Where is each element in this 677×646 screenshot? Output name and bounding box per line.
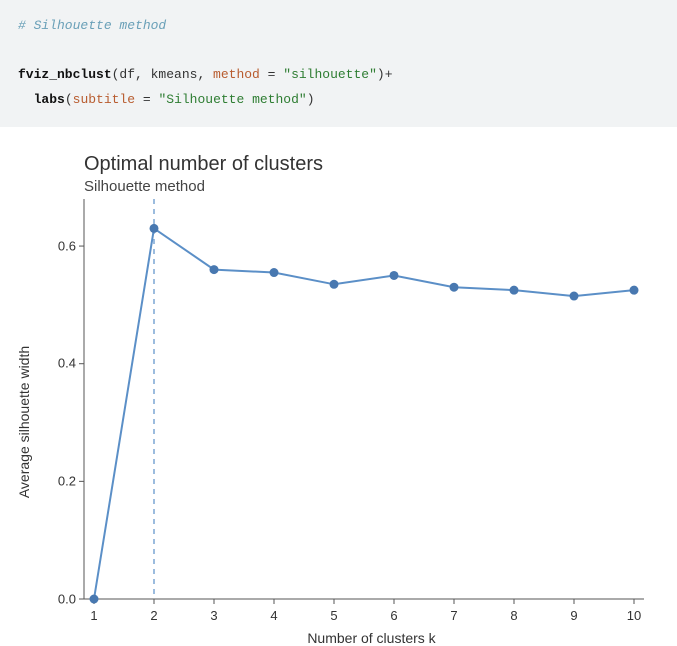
chart-subtitle: Silhouette method	[84, 178, 659, 195]
y-tick-label: 0.2	[58, 474, 76, 489]
plot-wrap: 0.00.20.40.6 12345678910 Number of clust…	[84, 199, 659, 646]
code-block: # Silhouette method fviz_nbclust(df, kme…	[0, 0, 677, 127]
x-tick-label: 3	[210, 608, 217, 623]
code-fn2: labs	[34, 92, 65, 107]
chart-title: Optimal number of clusters	[84, 153, 659, 176]
chart-panel: Average silhouette width 0.00.20.40.6 12…	[36, 199, 659, 646]
x-tick-label: 10	[627, 608, 641, 623]
y-tick-label: 0.4	[58, 356, 76, 371]
x-axis-label: Number of clusters k	[84, 630, 659, 646]
x-tick-label: 6	[390, 608, 397, 623]
x-tick-label: 5	[330, 608, 337, 623]
x-tick-label: 2	[150, 608, 157, 623]
x-tick-label: 4	[270, 608, 277, 623]
line-chart-svg	[84, 199, 644, 599]
x-ticks: 1 2 3 4 5 6 7 8 9 10	[84, 608, 644, 626]
x-tick-label: 7	[450, 608, 457, 623]
code-comment: # Silhouette method	[18, 18, 166, 33]
chart-container: Optimal number of clusters Silhouette me…	[0, 127, 677, 646]
x-tick-label: 1	[90, 608, 97, 623]
y-tick-label: 0.6	[58, 238, 76, 253]
code-fn1: fviz_nbclust	[18, 67, 112, 82]
x-tick-label: 8	[510, 608, 517, 623]
y-axis-label: Average silhouette width	[16, 346, 32, 498]
x-tick-label: 9	[570, 608, 577, 623]
y-tick-label: 0.0	[58, 591, 76, 606]
